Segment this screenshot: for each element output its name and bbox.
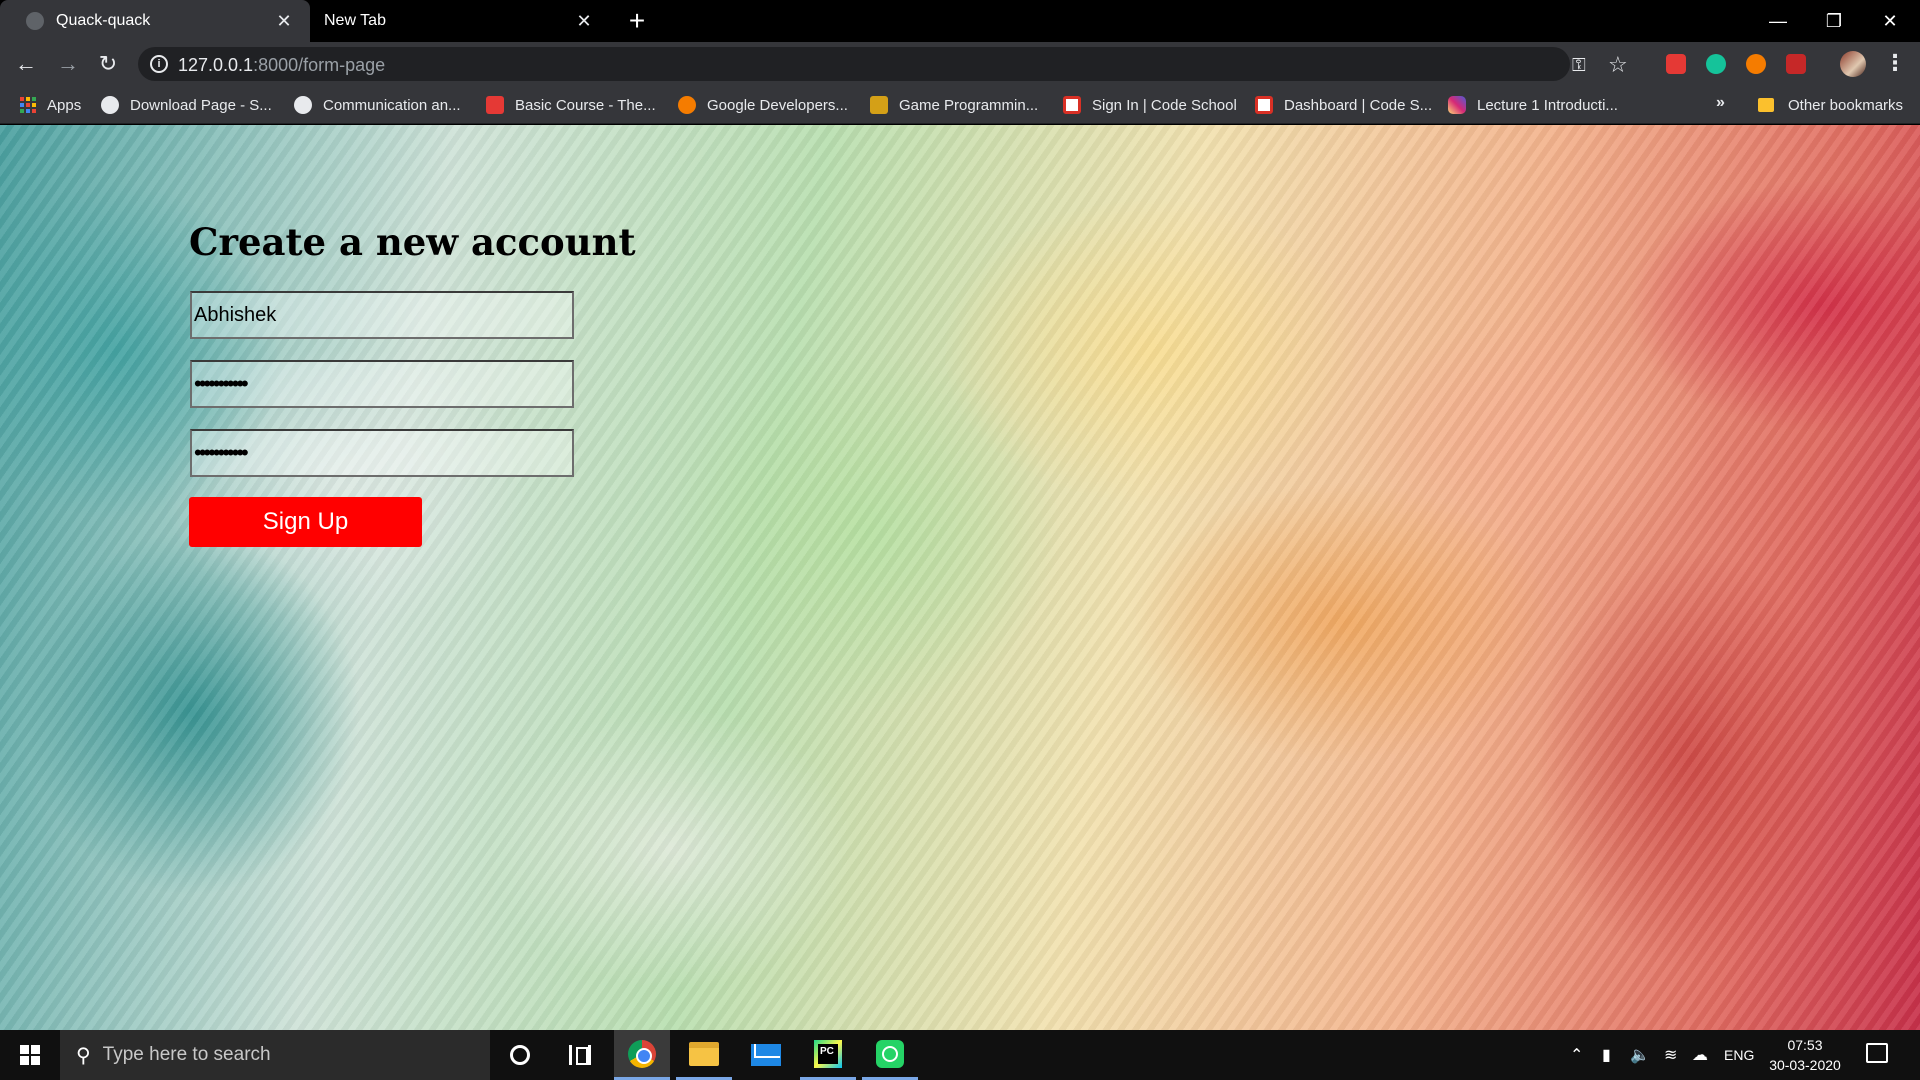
menu-dots-icon[interactable]: ⋮ (1884, 50, 1906, 76)
taskbar-search[interactable]: ⚲ Type here to search (60, 1030, 490, 1080)
confirm-password-field[interactable]: ••••••••••• (190, 429, 574, 477)
globe-icon (101, 96, 119, 114)
minimize-button[interactable]: — (1750, 0, 1806, 42)
cortana-button[interactable] (492, 1030, 548, 1080)
pycharm-icon: PC (814, 1039, 842, 1068)
other-bookmarks[interactable]: Other bookmarks (1758, 94, 1903, 116)
clock[interactable]: 07:53 30-03-2020 (1760, 1035, 1850, 1075)
extension-icon[interactable] (1746, 54, 1766, 74)
address-bar[interactable]: i 127.0.0.1:8000/form-page ⚿ ☆ (138, 47, 1628, 81)
bookmark-item[interactable]: Lecture 1 Introducti... (1448, 94, 1618, 116)
taskbar-whatsapp[interactable] (862, 1030, 918, 1080)
bookmark-label: Basic Course - The... (515, 96, 656, 114)
folder-icon (1758, 98, 1774, 112)
gmail-icon (1255, 96, 1273, 114)
bookmark-item[interactable]: Communication an... (294, 94, 461, 116)
restore-button[interactable]: ❐ (1806, 0, 1862, 42)
globe-icon (26, 12, 44, 30)
url-path: :8000/form-page (253, 55, 386, 75)
tab-title: New Tab (324, 12, 386, 29)
taskbar-file-explorer[interactable] (676, 1030, 732, 1080)
back-icon[interactable]: ← (10, 48, 42, 80)
bookmark-item[interactable]: Google Developers... (678, 94, 848, 116)
yellow-logo-icon (870, 96, 888, 114)
bookmark-label: Apps (47, 96, 82, 114)
clock-time: 07:53 (1787, 1037, 1823, 1053)
sign-up-button[interactable]: Sign Up (189, 497, 422, 547)
browser-toolbar: ← → ↻ i 127.0.0.1:8000/form-page ⚿ ☆ ⋮ (0, 42, 1920, 86)
reload-icon[interactable]: ↻ (92, 48, 124, 80)
tab-title: Quack-quack (56, 12, 151, 29)
task-view-icon (569, 1045, 591, 1065)
action-center-icon[interactable] (1866, 1043, 1888, 1063)
orange-logo-icon (678, 96, 696, 114)
red-logo-icon (486, 96, 504, 114)
bookmark-label: Sign In | Code School (1092, 96, 1237, 114)
battery-icon[interactable]: ▮ (1602, 1030, 1611, 1080)
grammarly-extension-icon[interactable] (1706, 54, 1726, 74)
tab-quack-quack[interactable]: Quack-quack ✕ (0, 0, 310, 42)
forward-icon[interactable]: → (52, 48, 84, 80)
chrome-icon (628, 1039, 656, 1068)
bookmark-item[interactable]: Basic Course - The... (486, 94, 656, 116)
url-text[interactable]: 127.0.0.1:8000/form-page (178, 55, 385, 76)
bookmark-label: Dashboard | Code S... (1284, 96, 1433, 114)
taskbar-mail[interactable] (738, 1030, 794, 1080)
bookmark-item[interactable]: Dashboard | Code S... (1255, 94, 1432, 116)
bookmark-star-icon[interactable]: ☆ (1608, 52, 1628, 78)
form-title: Create a new account (189, 220, 636, 264)
bookmark-label: Google Developers... (707, 96, 848, 114)
bookmarks-bar: Apps Download Page - S... Communication … (0, 86, 1920, 124)
new-tab-button[interactable]: + (622, 5, 652, 36)
search-placeholder: Type here to search (102, 1044, 271, 1065)
bookmark-label: Download Page - S... (130, 96, 272, 114)
bookmark-label: Other bookmarks (1788, 96, 1904, 114)
page-background: Create a new account Abhishek ••••••••••… (0, 125, 1920, 1030)
profile-avatar[interactable] (1840, 51, 1866, 77)
close-window-button[interactable]: ✕ (1862, 0, 1918, 42)
bookmark-label: Lecture 1 Introducti... (1477, 96, 1618, 114)
bookmark-label: Communication an... (323, 96, 461, 114)
instagram-icon (1448, 96, 1466, 114)
task-view-button[interactable] (552, 1030, 608, 1080)
file-explorer-icon (689, 1041, 719, 1066)
search-icon: ⚲ (76, 1044, 91, 1067)
close-tab-icon[interactable]: ✕ (572, 9, 596, 33)
bookmark-item[interactable]: Game Programmin... (870, 94, 1038, 116)
extension-icon[interactable] (1786, 54, 1806, 74)
whatsapp-icon (876, 1039, 904, 1068)
info-icon[interactable]: i (150, 55, 168, 73)
bookmark-label: Game Programmin... (899, 96, 1039, 114)
onedrive-cloud-icon[interactable]: ☁ (1692, 1030, 1708, 1080)
bookmarks-overflow-button[interactable]: » (1716, 94, 1725, 112)
bookmark-item[interactable]: Download Page - S... (101, 94, 272, 116)
tab-new-tab[interactable]: New Tab ✕ (310, 0, 610, 42)
password-field[interactable]: ••••••••••• (190, 360, 574, 408)
pocket-extension-icon[interactable] (1666, 54, 1686, 74)
url-host: 127.0.0.1 (178, 55, 254, 75)
cortana-icon (510, 1045, 530, 1065)
bookmark-item[interactable]: Sign In | Code School (1063, 94, 1237, 116)
start-button[interactable] (0, 1030, 60, 1080)
taskbar-chrome[interactable] (614, 1030, 670, 1080)
apps-grid-icon (20, 97, 36, 113)
gmail-icon (1063, 96, 1081, 114)
username-field[interactable]: Abhishek (190, 291, 574, 339)
language-indicator[interactable]: ENG (1724, 1030, 1754, 1080)
windows-taskbar: ⚲ Type here to search PC ⌃ ▮ 🔈 ≋ ☁ ENG 0… (0, 1030, 1920, 1080)
clock-date: 30-03-2020 (1769, 1057, 1841, 1073)
close-tab-icon[interactable]: ✕ (272, 9, 296, 33)
globe-icon (294, 96, 312, 114)
wifi-icon[interactable]: ≋ (1664, 1030, 1677, 1080)
bookmark-apps[interactable]: Apps (20, 94, 81, 116)
volume-icon[interactable]: 🔈 (1630, 1030, 1650, 1080)
taskbar-pycharm[interactable]: PC (800, 1030, 856, 1080)
windows-logo-icon (20, 1045, 40, 1065)
mail-icon (751, 1044, 781, 1066)
key-icon[interactable]: ⚿ (1572, 55, 1586, 76)
tab-strip: Quack-quack ✕ New Tab ✕ + — ❐ ✕ (0, 0, 1920, 42)
show-hidden-icons-icon[interactable]: ⌃ (1570, 1030, 1583, 1080)
